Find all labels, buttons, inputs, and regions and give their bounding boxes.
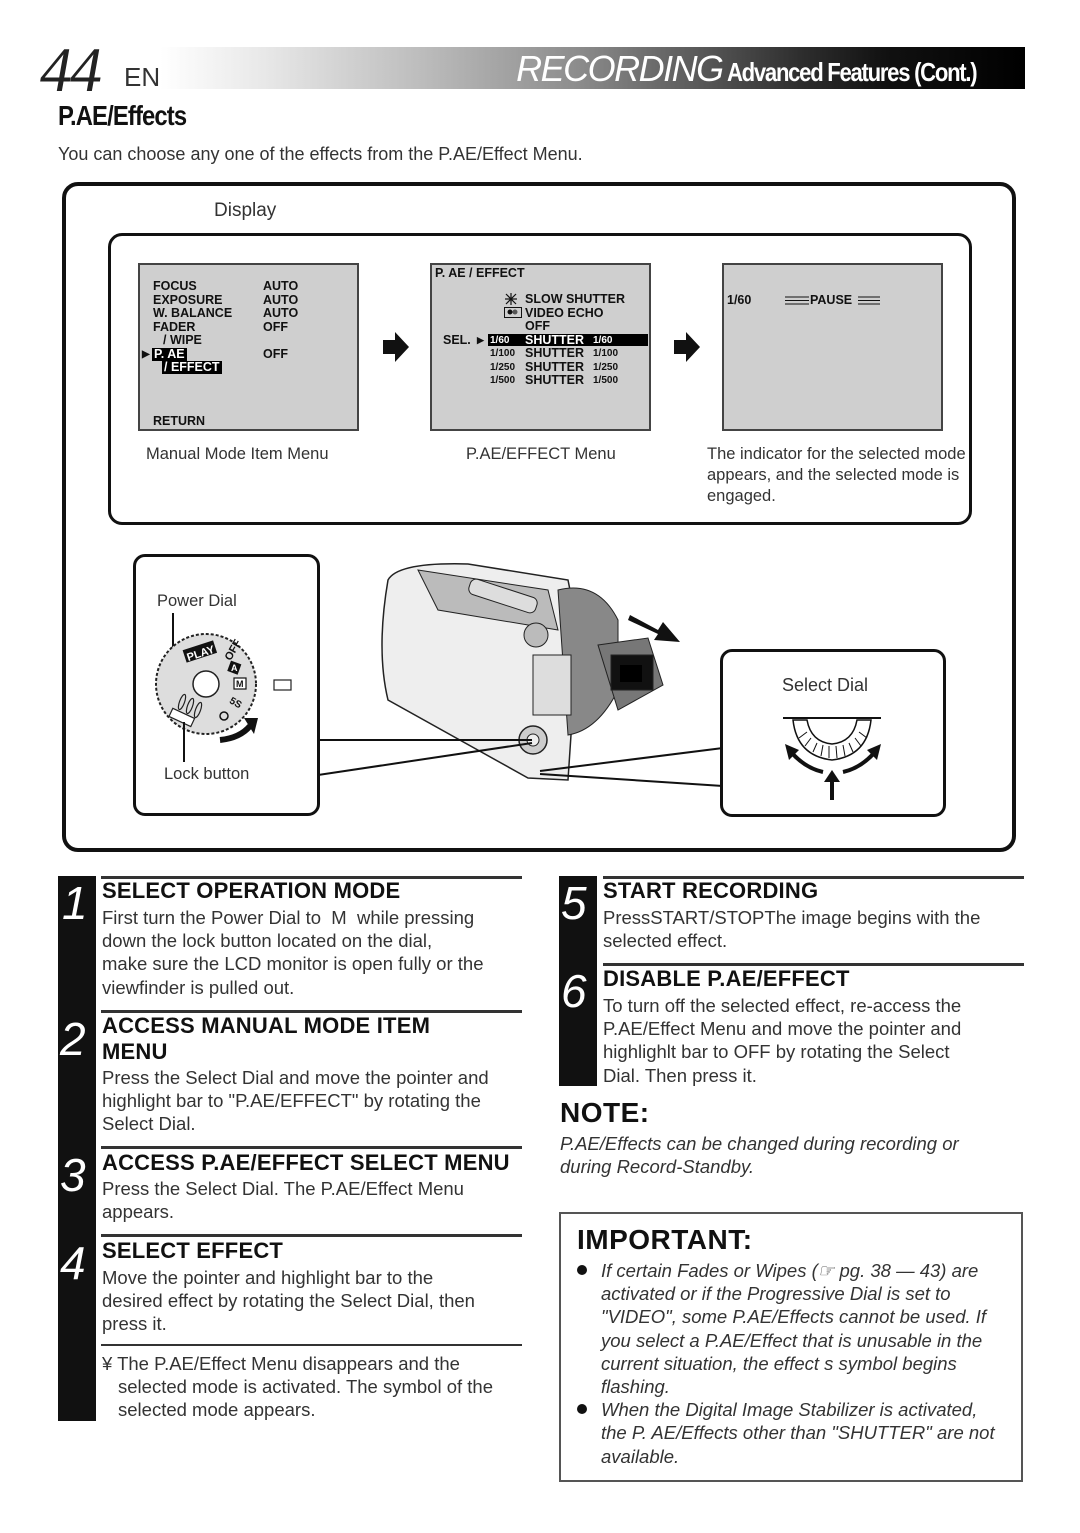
effect-option: SHUTTER: [525, 373, 585, 387]
step-number: 6: [561, 965, 587, 1017]
step-number: 3: [60, 1149, 86, 1201]
menu-item: W. BALANCE: [153, 306, 233, 320]
pause-status: PAUSE: [810, 293, 853, 307]
header-subsection: Advanced Features (Cont.): [726, 57, 978, 87]
menu-item: FADER: [153, 319, 196, 334]
step-title: START RECORDING: [603, 878, 819, 903]
camcorder-illustration: [318, 563, 724, 787]
video-echo-icon: [504, 307, 522, 318]
bullet-icon: [577, 1265, 587, 1275]
effect-option: VIDEO ECHO: [525, 305, 604, 320]
shutter-prefix: 1/500: [490, 375, 516, 386]
header-title: RECORDING Advanced Features (Cont.): [516, 48, 1020, 90]
step-text: Move the pointer and highlight bar to th…: [102, 1267, 475, 1335]
shutter-suffix: 1/100: [593, 348, 619, 359]
select-dial-icon: [783, 717, 881, 800]
result-screen: 1/60 PAUSE: [722, 263, 943, 431]
pointer-icon: ▶: [142, 348, 150, 360]
step-result-note: ¥ The P.AE/Effect Menu disappears and th…: [102, 1353, 493, 1421]
step-title: SELECT EFFECT: [102, 1238, 284, 1263]
divider: [101, 1234, 522, 1237]
menu-return: RETURN: [153, 414, 206, 428]
step-number: 1: [62, 877, 88, 929]
screen-caption: The indicator for the selected mode appe…: [707, 445, 966, 505]
effect-option: SLOW SHUTTER: [525, 292, 625, 306]
page-language: EN: [124, 62, 161, 92]
display-label: Display: [214, 200, 277, 221]
step-text: To turn off the selected effect, re-acce…: [603, 995, 962, 1086]
pae-effect-menu-screen: P. AE / EFFECT SLOW SHUTTER VIDEO ECHO O…: [430, 263, 651, 431]
slow-shutter-icon: [505, 293, 517, 305]
effect-option-selected: SHUTTER: [525, 332, 585, 347]
shutter-prefix: 1/250: [490, 361, 516, 373]
menu-value: AUTO: [263, 292, 299, 307]
divider: [101, 1344, 522, 1346]
page-title: P.AE/Effects: [58, 100, 187, 131]
shutter-prefix: 1/60: [490, 334, 510, 346]
pointer-icon: ▶: [477, 334, 484, 345]
shutter-suffix: 1/250: [593, 361, 619, 373]
bullet-icon: [577, 1404, 587, 1415]
menu-title: P. AE / EFFECT: [435, 266, 525, 280]
divider: [101, 1146, 522, 1149]
step-number: 4: [60, 1237, 86, 1289]
manual-mode-item-menu-screen: FOCUS AUTO EXPOSURE AUTO W. BALANCE AUTO…: [138, 263, 359, 431]
header-section: RECORDING: [516, 48, 724, 89]
screen-caption: Manual Mode Item Menu: [146, 445, 329, 463]
arrow-right-icon: [383, 332, 409, 362]
select-dial-label: Select Dial: [782, 675, 869, 695]
step-number: 5: [561, 877, 587, 929]
menu-value: AUTO: [263, 279, 299, 293]
menu-value: OFF: [263, 319, 288, 334]
important-bullet: If certain Fades or Wipes (☞ pg. 38 — 43…: [565, 1259, 1045, 1398]
shutter-suffix: 1/60: [593, 334, 613, 346]
menu-item-selected: / EFFECT: [162, 360, 222, 374]
step-title: ACCESS MANUAL MODE ITEM: [102, 1013, 431, 1038]
power-dial-icon: PLAY OFF A M 5S: [155, 613, 292, 762]
pause-lines-right-icon: [858, 296, 880, 305]
menu-item: / WIPE: [163, 333, 202, 347]
important-list: If certain Fades or Wipes (☞ pg. 38 — 43…: [565, 1259, 1045, 1468]
step-text: First turn the Power Dial to M while pre…: [102, 907, 484, 998]
important-heading: IMPORTANT:: [577, 1224, 753, 1255]
intro-text: You can choose any one of the effects fr…: [58, 144, 583, 164]
menu-item: EXPOSURE: [153, 292, 223, 307]
note-text: P.AE/Effects can be changed during recor…: [560, 1133, 959, 1178]
menu-item: FOCUS: [153, 279, 197, 293]
step-text: PressSTART/STOPThe image begins with the…: [603, 907, 981, 952]
step-text: Press the Select Dial. The P.AE/Effect M…: [102, 1178, 464, 1223]
dial-mark-auto: A: [231, 663, 238, 673]
page-number: 44: [40, 34, 102, 105]
important-bullet: When the Digital Image Stabilizer is act…: [565, 1398, 1045, 1468]
effect-option: SHUTTER: [525, 346, 585, 360]
menu-value: AUTO: [263, 306, 299, 320]
step-title: ACCESS P.AE/EFFECT SELECT MENU: [102, 1150, 510, 1175]
menu-value: OFF: [263, 346, 288, 361]
shutter-prefix: 1/100: [490, 348, 516, 359]
note-heading: NOTE:: [560, 1097, 650, 1128]
step-number: 2: [60, 1013, 86, 1065]
shutter-suffix: 1/500: [593, 375, 619, 386]
step-title: DISABLE P.AE/EFFECT: [603, 966, 850, 991]
pause-lines-left-icon: [785, 296, 809, 305]
step-title-cont: MENU: [102, 1039, 168, 1064]
sel-label: SEL.: [443, 332, 471, 347]
dial-mark-manual: M: [236, 679, 244, 689]
screen-caption: P.AE/EFFECT Menu: [466, 445, 616, 463]
arrow-right-icon: [674, 332, 700, 362]
shutter-indicator: 1/60: [727, 293, 752, 307]
step-title: SELECT OPERATION MODE: [102, 878, 401, 903]
effect-option: OFF: [525, 319, 550, 333]
power-dial-label: Power Dial: [157, 592, 237, 610]
effect-option: SHUTTER: [525, 359, 585, 374]
step-text: Press the Select Dial and move the point…: [102, 1067, 489, 1135]
menu-item-selected: P. AE: [152, 346, 187, 361]
